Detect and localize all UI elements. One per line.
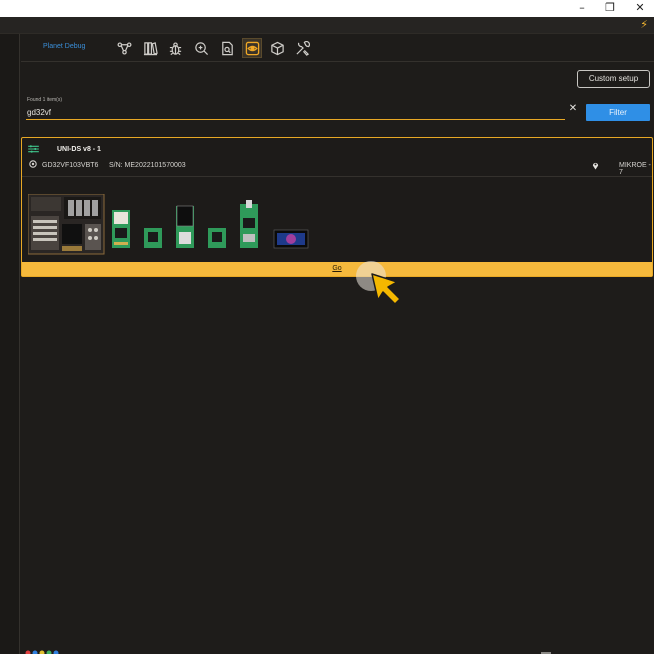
results-count-label: Found 1 item(s) <box>27 97 63 103</box>
board-location: MIKROE - 7 <box>619 162 651 176</box>
lightning-icon[interactable]: ⚡ <box>640 18 648 31</box>
click-board-3 <box>176 205 194 248</box>
click-board-5 <box>240 200 258 248</box>
filter-button[interactable]: Filter <box>586 104 650 121</box>
left-sidebar <box>0 34 20 654</box>
planet-debug-link[interactable]: Planet Debug <box>43 43 85 50</box>
click-board-1 <box>112 210 130 248</box>
location-pin-icon <box>592 162 599 170</box>
go-label: Go <box>332 265 342 272</box>
custom-setup-button[interactable]: Custom setup <box>577 70 650 88</box>
click-board-2 <box>144 228 162 248</box>
board-title: UNI-DS v8 - 1 <box>57 146 101 153</box>
card-divider <box>22 176 652 177</box>
package-cube-icon[interactable] <box>267 38 287 58</box>
window-title-bar: – ❐ ✕ <box>0 0 654 17</box>
serial-number: S/N: ME2022101570003 <box>109 162 186 169</box>
library-icon[interactable] <box>140 38 160 58</box>
tools-icon[interactable] <box>292 38 312 58</box>
bottom-status-icons <box>25 650 551 654</box>
search-input[interactable] <box>26 105 565 120</box>
sliders-icon <box>28 145 39 153</box>
clear-search-icon[interactable]: ✕ <box>568 103 578 115</box>
toolbar: Planet Debug <box>21 34 654 62</box>
setup-eye-icon[interactable] <box>242 38 262 58</box>
go-button[interactable]: Go <box>22 262 652 276</box>
status-strip: ⚡ <box>0 17 654 34</box>
chip-icon <box>29 160 37 168</box>
minimize-button[interactable]: – <box>574 1 590 15</box>
board-images <box>28 194 309 255</box>
zoom-search-icon[interactable] <box>191 38 211 58</box>
click-board-display <box>273 229 309 249</box>
close-button[interactable]: ✕ <box>632 1 648 15</box>
result-card[interactable]: UNI-DS v8 - 1 GD32VF103VBT6 S/N: ME20221… <box>21 137 653 277</box>
debug-bug-icon[interactable] <box>165 38 185 58</box>
mainboard-image <box>28 194 105 255</box>
document-search-icon[interactable] <box>217 38 237 58</box>
maximize-button[interactable]: ❐ <box>602 1 618 15</box>
click-board-4 <box>208 228 226 248</box>
mouse-pointer-icon <box>371 273 401 305</box>
mcu-name: GD32VF103VBT6 <box>42 162 99 169</box>
hierarchy-icon[interactable] <box>114 38 134 58</box>
